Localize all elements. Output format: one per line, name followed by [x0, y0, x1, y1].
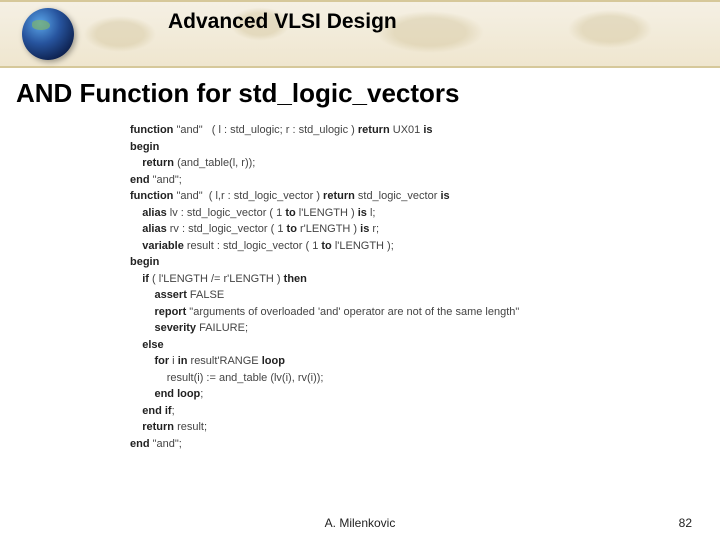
code-line: else — [130, 337, 680, 354]
globe-icon — [22, 8, 74, 60]
code-line: result(i) := and_table (lv(i), rv(i)); — [130, 370, 680, 387]
header-band: Advanced VLSI Design — [0, 0, 720, 68]
code-line: end "and"; — [130, 436, 680, 453]
code-line: end if; — [130, 403, 680, 420]
code-line: begin — [130, 254, 680, 271]
code-line: severity FAILURE; — [130, 320, 680, 337]
code-line: assert FALSE — [130, 287, 680, 304]
code-block: function "and" ( l : std_ulogic; r : std… — [130, 122, 680, 452]
code-line: variable result : std_logic_vector ( 1 t… — [130, 238, 680, 255]
code-line: end loop; — [130, 386, 680, 403]
code-line: alias rv : std_logic_vector ( 1 to r'LEN… — [130, 221, 680, 238]
code-line: return result; — [130, 419, 680, 436]
code-line: if ( l'LENGTH /= r'LENGTH ) then — [130, 271, 680, 288]
code-line: end "and"; — [130, 172, 680, 189]
slide-title: AND Function for std_logic_vectors — [16, 78, 460, 109]
code-line: for i in result'RANGE loop — [130, 353, 680, 370]
footer-page-number: 82 — [679, 516, 692, 530]
code-line: function "and" ( l : std_ulogic; r : std… — [130, 122, 680, 139]
footer-author: A. Milenkovic — [0, 516, 720, 530]
code-line: begin — [130, 139, 680, 156]
course-title: Advanced VLSI Design — [168, 10, 397, 34]
code-line: report "arguments of overloaded 'and' op… — [130, 304, 680, 321]
code-line: return (and_table(l, r)); — [130, 155, 680, 172]
code-line: alias lv : std_logic_vector ( 1 to l'LEN… — [130, 205, 680, 222]
code-line: function "and" ( l,r : std_logic_vector … — [130, 188, 680, 205]
